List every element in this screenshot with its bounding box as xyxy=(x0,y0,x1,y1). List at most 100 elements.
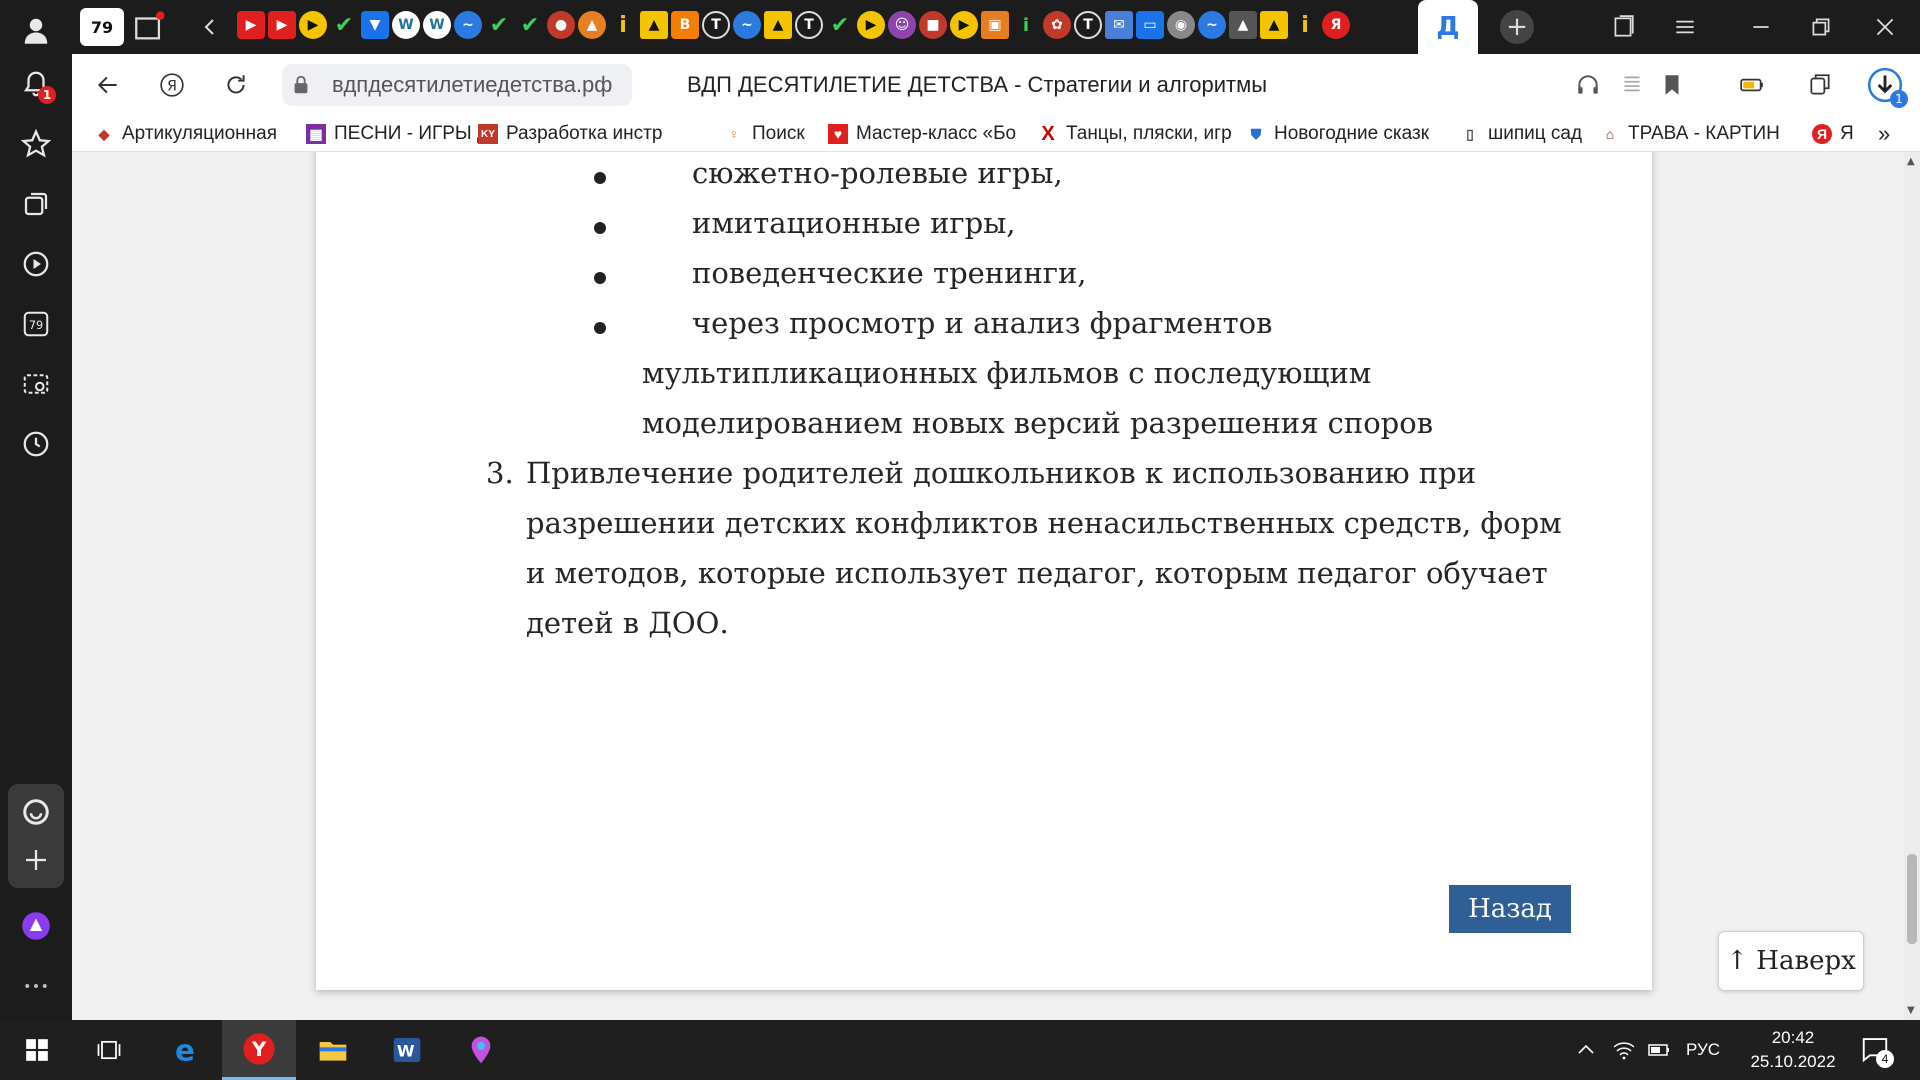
tab-feather-icon[interactable]: ~ xyxy=(1198,11,1226,39)
tab-active[interactable]: Д xyxy=(1418,0,1478,54)
tab-car-icon[interactable]: ■ xyxy=(919,11,947,39)
bookmark-item[interactable]: ⌂ ТРАВА - КАРТИНК xyxy=(1600,120,1780,148)
tab-check-icon[interactable]: ✔ xyxy=(516,11,544,39)
tab-t-icon[interactable]: T xyxy=(795,11,823,39)
bookmark-item[interactable]: ▯ шипиц сад xyxy=(1460,120,1590,148)
tab-image-icon[interactable]: ▲ xyxy=(640,11,668,39)
tab-yandex-icon[interactable]: Я xyxy=(1322,11,1350,39)
bookmark-item[interactable]: ♀ Поиск xyxy=(724,120,824,148)
input-language[interactable]: РУС xyxy=(1686,1040,1720,1060)
tab-flower-icon[interactable]: ✿ xyxy=(1043,11,1071,39)
bookmark-item[interactable]: X Танцы, пляски, игр xyxy=(1038,120,1246,148)
shield-icon: ⛊ xyxy=(1250,125,1262,142)
tab-person-icon[interactable]: ☺ xyxy=(888,11,916,39)
wifi-icon[interactable] xyxy=(1612,1038,1636,1066)
yandex-home-icon[interactable]: Я xyxy=(152,65,192,105)
tab-feather-icon[interactable]: ~ xyxy=(733,11,761,39)
yandex-browser-taskbar-icon[interactable]: Y xyxy=(222,1020,296,1080)
sync-circle-icon[interactable] xyxy=(12,788,60,836)
bookmark-item[interactable]: ◆ Артикуляционная xyxy=(94,120,306,148)
bookmarks-more-icon[interactable]: » xyxy=(1878,120,1904,148)
tab-check-icon[interactable]: ✔ xyxy=(485,11,513,39)
restore-window-icon[interactable] xyxy=(1808,14,1834,44)
collections-icon[interactable] xyxy=(12,180,60,228)
history-clock-icon[interactable] xyxy=(12,420,60,468)
tab-info-icon[interactable]: i xyxy=(609,11,637,39)
favorites-star-icon[interactable] xyxy=(12,120,60,168)
tab-info-icon[interactable]: i xyxy=(1291,11,1319,39)
tab-feather-icon[interactable]: ~ xyxy=(454,11,482,39)
tab-play-icon[interactable]: ▶ xyxy=(950,11,978,39)
bookmark-item[interactable]: ♥ Мастер-класс «Бо xyxy=(828,120,1034,148)
screenshot-camera-icon[interactable] xyxy=(12,360,60,408)
tab-youtube-icon[interactable]: ▶ xyxy=(268,11,296,39)
tab-shield-icon[interactable]: ▼ xyxy=(361,11,389,39)
yandex-icon: Я xyxy=(1812,124,1832,144)
add-widget-icon[interactable] xyxy=(12,836,60,884)
tab-news-icon[interactable]: ▣ xyxy=(981,11,1009,39)
tab-check-icon[interactable]: ✔ xyxy=(826,11,854,39)
edge-browser-icon[interactable]: e xyxy=(148,1020,222,1080)
bookmark-item[interactable]: ▦ ПЕСНИ - ИГРЫ Д/ xyxy=(306,120,482,148)
menu-hamburger-icon[interactable] xyxy=(1672,14,1698,44)
tab-t-icon[interactable]: T xyxy=(702,11,730,39)
tab-mountain-icon[interactable]: ▲ xyxy=(1229,11,1257,39)
reload-icon[interactable] xyxy=(216,65,256,105)
tab-play-icon[interactable]: ▶ xyxy=(299,11,327,39)
tab-blogger-icon[interactable]: B xyxy=(671,11,699,39)
tab-apple-icon[interactable]: ● xyxy=(547,11,575,39)
tab-info-icon[interactable]: i xyxy=(1012,11,1040,39)
downloads-icon[interactable]: 1 xyxy=(1862,62,1908,108)
tab-chat-icon[interactable]: ▭ xyxy=(1136,11,1164,39)
tab-count-button[interactable]: 79 xyxy=(80,8,124,46)
video-play-icon[interactable] xyxy=(12,240,60,288)
task-view-icon[interactable] xyxy=(72,1020,146,1080)
tray-chevron-up-icon[interactable] xyxy=(1574,1038,1598,1066)
headphones-icon[interactable] xyxy=(1568,65,1608,105)
tab-gamepad-icon[interactable]: ◉ xyxy=(1167,11,1195,39)
windows-start-icon[interactable] xyxy=(0,1020,74,1080)
scroll-to-top-button[interactable]: ↑ Наверх xyxy=(1718,931,1864,991)
bookmark-item[interactable]: ЯЯ xyxy=(1812,120,1862,148)
tab-play-icon[interactable]: ▶ xyxy=(857,11,885,39)
tab-wordpress-icon[interactable]: W xyxy=(392,11,420,39)
close-window-icon[interactable] xyxy=(1872,14,1898,44)
maps-pin-icon[interactable] xyxy=(444,1020,518,1080)
reader-mode-icon[interactable] xyxy=(1612,65,1652,105)
battery-saver-icon[interactable] xyxy=(1732,65,1772,105)
tab-image-icon[interactable]: ▲ xyxy=(764,11,792,39)
scrollbar-thumb[interactable] xyxy=(1907,854,1917,944)
tab-mail-icon[interactable]: ✉ xyxy=(1105,11,1133,39)
alice-assistant-icon[interactable] xyxy=(12,902,60,950)
word-icon[interactable]: W xyxy=(370,1020,444,1080)
tabs-counter-icon[interactable]: 79 xyxy=(12,300,60,348)
action-center-icon[interactable]: 4 xyxy=(1860,1034,1894,1068)
battery-icon[interactable] xyxy=(1646,1038,1672,1066)
page-scrollbar[interactable]: ▲ ▼ xyxy=(1904,152,1920,1020)
bookmark-item[interactable]: ⛊ Новогодние сказк xyxy=(1246,120,1440,148)
tab-manager-icon[interactable] xyxy=(1610,14,1636,44)
tab-t-icon[interactable]: T xyxy=(1074,11,1102,39)
tab-cart-icon[interactable]: ▲ xyxy=(578,11,606,39)
profile-icon[interactable] xyxy=(12,6,60,54)
windows-taskbar: e Y W РУС 20:42 25.10.2022 4 xyxy=(0,1020,1920,1080)
back-button[interactable]: Назад xyxy=(1449,885,1571,933)
scroll-down-arrow-icon[interactable]: ▼ xyxy=(1907,1005,1915,1016)
notifications-bell-icon[interactable]: 1 xyxy=(12,60,60,108)
tab-youtube-icon[interactable]: ▶ xyxy=(237,11,265,39)
more-dots-icon[interactable] xyxy=(12,962,60,1010)
tabs-scroll-left-icon[interactable] xyxy=(198,12,222,42)
scroll-up-arrow-icon[interactable]: ▲ xyxy=(1907,156,1915,167)
back-arrow-icon[interactable] xyxy=(88,65,128,105)
bookmark-icon[interactable] xyxy=(1652,65,1692,105)
new-tab-plus-icon[interactable]: + xyxy=(1500,10,1534,44)
new-tab-group-icon[interactable] xyxy=(132,10,166,44)
tab-check-icon[interactable]: ✔ xyxy=(330,11,358,39)
file-explorer-icon[interactable] xyxy=(296,1020,370,1080)
extensions-icon[interactable] xyxy=(1800,65,1840,105)
tab-image-icon[interactable]: ▲ xyxy=(1260,11,1288,39)
tab-wordpress-icon[interactable]: W xyxy=(423,11,451,39)
bookmark-item[interactable]: KY Разработка инстр xyxy=(478,120,676,148)
minimize-window-icon[interactable] xyxy=(1748,14,1774,44)
system-clock[interactable]: 20:42 25.10.2022 xyxy=(1738,1026,1848,1074)
